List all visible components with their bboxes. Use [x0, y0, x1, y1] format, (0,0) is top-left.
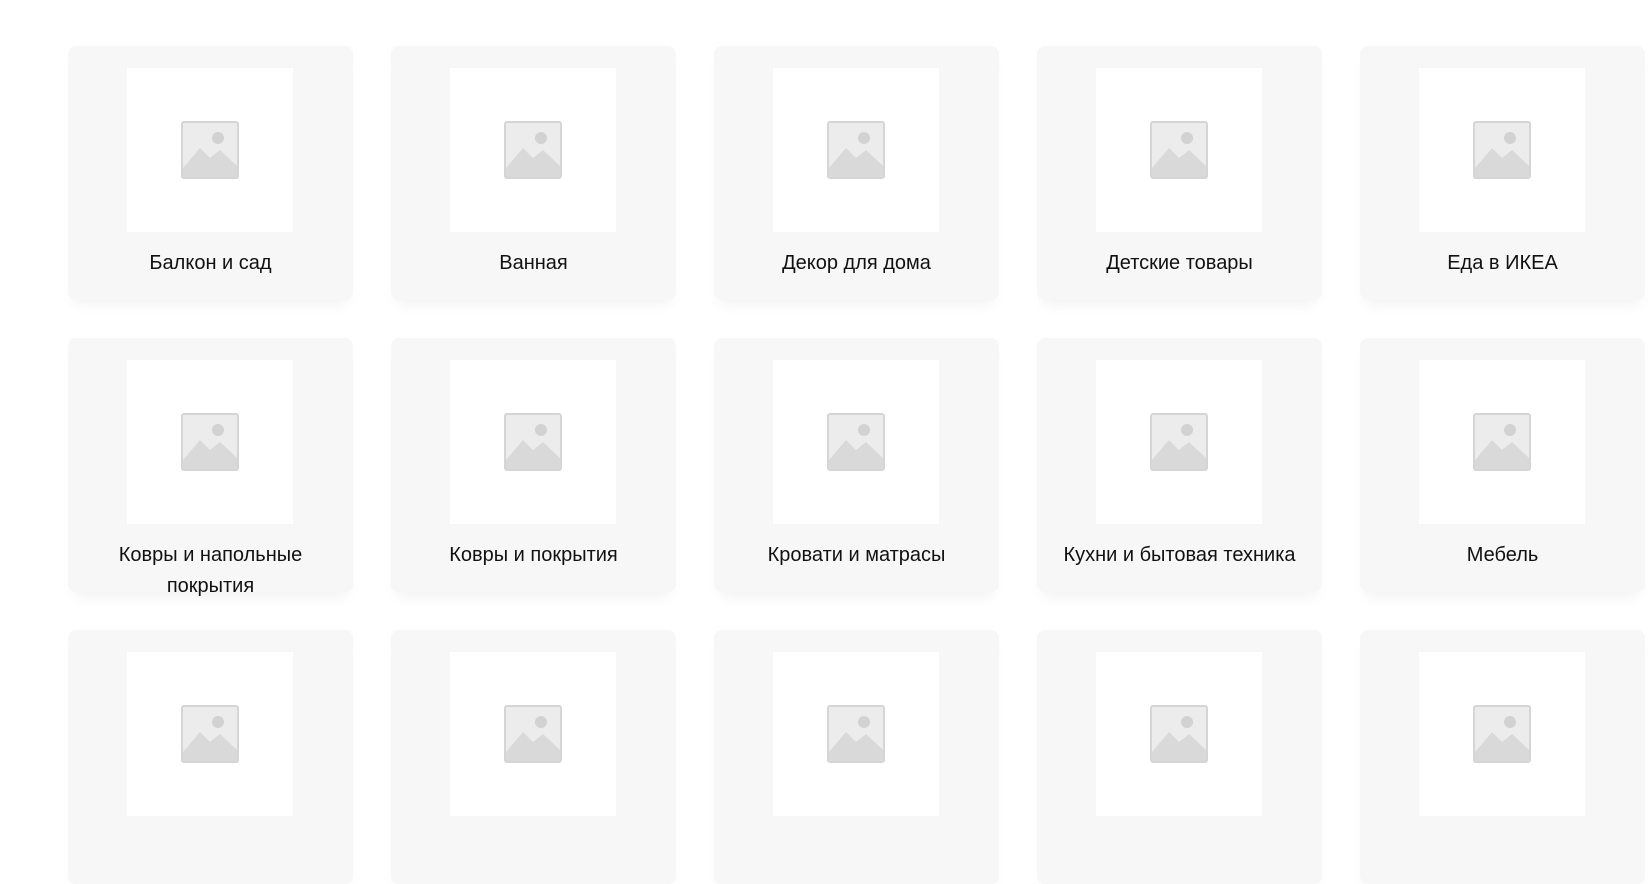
image-placeholder-icon: [504, 121, 562, 179]
image-placeholder-icon: [504, 705, 562, 763]
category-card[interactable]: Ковры и напольные покрытия: [68, 338, 353, 597]
category-label[interactable]: Балкон и сад: [68, 248, 353, 279]
category-thumbnail[interactable]: [1419, 652, 1585, 816]
category-card[interactable]: Мебель: [1360, 338, 1645, 592]
category-thumbnail[interactable]: [450, 360, 616, 524]
image-placeholder-icon: [827, 705, 885, 763]
category-thumbnail[interactable]: [450, 652, 616, 816]
category-card[interactable]: Детские товары: [1037, 46, 1322, 300]
category-thumbnail[interactable]: [1419, 68, 1585, 232]
category-thumbnail[interactable]: [1419, 360, 1585, 524]
category-thumbnail[interactable]: [773, 652, 939, 816]
image-placeholder-icon: [181, 121, 239, 179]
category-card[interactable]: Балкон и сад: [68, 46, 353, 300]
category-label[interactable]: Декор для дома: [714, 248, 999, 279]
image-placeholder-icon: [1150, 413, 1208, 471]
image-placeholder-icon: [1473, 121, 1531, 179]
category-thumbnail[interactable]: [1096, 652, 1262, 816]
category-thumbnail[interactable]: [127, 360, 293, 524]
category-label[interactable]: Кровати и матрасы: [714, 540, 999, 571]
image-placeholder-icon: [181, 705, 239, 763]
category-thumbnail[interactable]: [773, 68, 939, 232]
image-placeholder-icon: [1473, 413, 1531, 471]
category-label[interactable]: Кухни и бытовая техника: [1037, 540, 1322, 571]
image-placeholder-icon: [1473, 705, 1531, 763]
category-card[interactable]: [391, 630, 676, 884]
category-card[interactable]: Еда в ИКЕА: [1360, 46, 1645, 300]
image-placeholder-icon: [827, 121, 885, 179]
category-thumbnail[interactable]: [127, 68, 293, 232]
image-placeholder-icon: [1150, 705, 1208, 763]
category-card[interactable]: Ковры и покрытия: [391, 338, 676, 592]
category-label[interactable]: Детские товары: [1037, 248, 1322, 279]
image-placeholder-icon: [504, 413, 562, 471]
category-card[interactable]: [714, 630, 999, 884]
image-placeholder-icon: [827, 413, 885, 471]
category-thumbnail[interactable]: [1096, 68, 1262, 232]
category-card[interactable]: Кровати и матрасы: [714, 338, 999, 592]
category-label[interactable]: Еда в ИКЕА: [1360, 248, 1645, 279]
category-thumbnail[interactable]: [1096, 360, 1262, 524]
category-label[interactable]: Ванная: [391, 248, 676, 279]
image-placeholder-icon: [181, 413, 239, 471]
category-label[interactable]: Ковры и покрытия: [391, 540, 676, 571]
category-thumbnail[interactable]: [450, 68, 616, 232]
category-grid: Балкон и сад Ванная Декор для дома Детск…: [68, 46, 1645, 884]
category-card[interactable]: Кухни и бытовая техника: [1037, 338, 1322, 592]
category-label[interactable]: Ковры и напольные покрытия: [68, 540, 353, 602]
category-label[interactable]: Мебель: [1360, 540, 1645, 571]
category-card[interactable]: [1037, 630, 1322, 884]
category-thumbnail[interactable]: [127, 652, 293, 816]
category-thumbnail[interactable]: [773, 360, 939, 524]
category-card[interactable]: [68, 630, 353, 884]
image-placeholder-icon: [1150, 121, 1208, 179]
category-card[interactable]: [1360, 630, 1645, 884]
category-card[interactable]: Ванная: [391, 46, 676, 300]
category-card[interactable]: Декор для дома: [714, 46, 999, 300]
